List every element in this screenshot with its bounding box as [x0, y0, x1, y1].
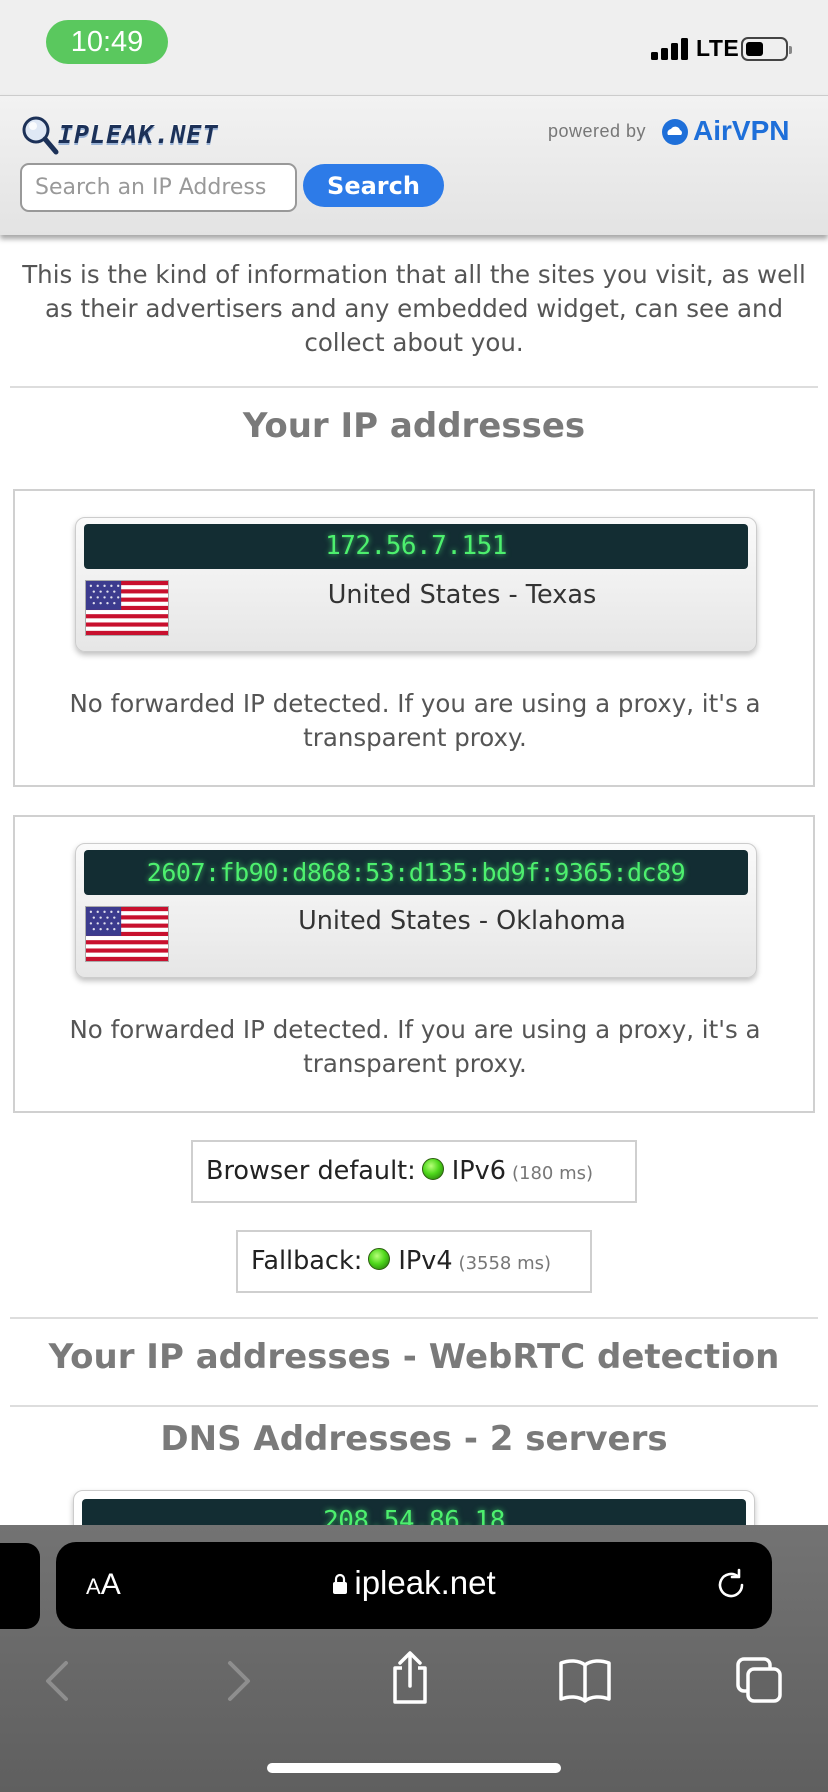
browser-default-label: Browser default:	[206, 1156, 416, 1186]
back-icon[interactable]	[34, 1655, 84, 1705]
forward-icon[interactable]	[212, 1655, 262, 1705]
divider	[10, 1317, 818, 1319]
previous-tab-preview[interactable]	[0, 1543, 40, 1629]
ip-location: United States - Texas	[327, 580, 597, 610]
us-flag-icon	[85, 906, 169, 962]
us-flag-icon	[85, 580, 169, 636]
airvpn-cloud-icon	[662, 119, 688, 145]
lock-icon	[333, 1573, 348, 1594]
powered-by-label: powered by	[548, 121, 647, 141]
ip-address[interactable]: 172.56.7.151	[84, 524, 748, 569]
status-led-icon	[368, 1248, 391, 1270]
ip-card: 172.56.7.151 United States - Texas	[75, 517, 757, 652]
divider	[10, 386, 818, 388]
cellular-signal-icon	[651, 36, 691, 60]
home-indicator[interactable]	[267, 1763, 561, 1773]
magnifier-icon	[22, 116, 59, 155]
fallback-label: Fallback:	[251, 1246, 363, 1276]
intro-text: This is the kind of information that all…	[22, 260, 806, 357]
webrtc-section-title: Your IP addresses - WebRTC detection	[48, 1337, 780, 1377]
ip-section-title: Your IP addresses	[242, 406, 586, 446]
status-time: 10:49	[46, 20, 168, 64]
search-button[interactable]: Search	[303, 164, 444, 207]
url-text: ipleak.net	[354, 1564, 496, 1601]
ip-location: United States - Oklahoma	[298, 906, 626, 936]
logo-text: IPLEAK.NET	[58, 120, 219, 149]
url-display[interactable]: ipleak.net	[56, 1564, 772, 1602]
fallback-box: Fallback: IPv4 (3558 ms)	[236, 1230, 592, 1293]
ip-address[interactable]: 2607:fb90:d868:53:d135:bd9f:9365:dc89	[84, 850, 748, 895]
airvpn-brand-text: AirVPN	[693, 115, 790, 146]
ipleak-logo[interactable]: IPLEAK.NET	[20, 114, 250, 160]
airvpn-logo[interactable]: AirVPN	[661, 115, 801, 147]
status-bar: 10:49 LTE	[0, 0, 828, 95]
divider	[10, 1405, 818, 1407]
ip-entry-box: 2607:fb90:d868:53:d135:bd9f:9365:dc89 Un…	[13, 815, 815, 1113]
network-type: LTE	[696, 35, 740, 61]
dns-section-title: DNS Addresses - 2 servers	[160, 1419, 668, 1459]
tabs-icon[interactable]	[734, 1655, 784, 1705]
fallback-protocol: IPv4	[398, 1246, 453, 1276]
browser-default-box: Browser default: IPv6 (180 ms)	[191, 1140, 637, 1203]
site-header: IPLEAK.NET powered by AirVPN Search	[0, 95, 828, 235]
browser-default-protocol: IPv6	[451, 1156, 506, 1186]
share-icon[interactable]	[385, 1650, 435, 1706]
forwarded-ip-note: No forwarded IP detected. If you are usi…	[69, 1015, 761, 1078]
ip-search-input[interactable]	[20, 163, 297, 212]
status-led-icon	[421, 1158, 444, 1180]
address-bar[interactable]: AA ipleak.net	[56, 1542, 772, 1629]
fallback-time: (3558 ms)	[458, 1253, 552, 1274]
ip-entry-box: 172.56.7.151 United States - Texas No fo…	[13, 489, 815, 787]
bookmarks-icon[interactable]	[557, 1655, 613, 1705]
reload-icon[interactable]	[712, 1566, 750, 1604]
battery-icon	[741, 37, 792, 61]
forwarded-ip-note: No forwarded IP detected. If you are usi…	[69, 689, 761, 752]
ip-card: 2607:fb90:d868:53:d135:bd9f:9365:dc89 Un…	[75, 843, 757, 978]
browser-default-time: (180 ms)	[511, 1163, 594, 1184]
